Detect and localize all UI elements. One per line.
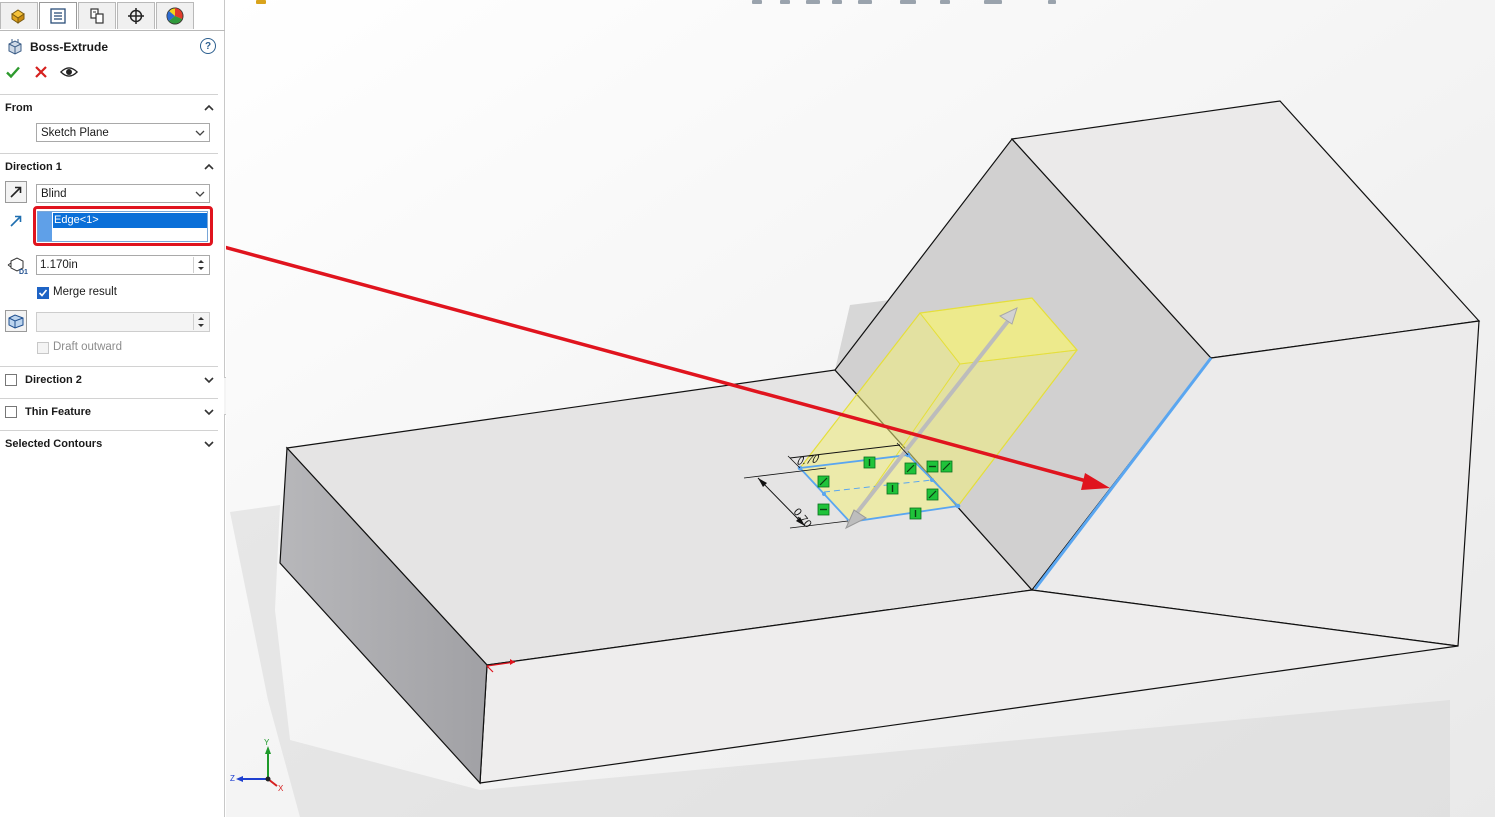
eye-icon — [60, 67, 78, 77]
chevron-down-icon — [204, 377, 214, 384]
crosshair-icon — [128, 8, 144, 24]
feature-manager-icon — [11, 9, 25, 24]
draft-outward-label: Draft outward — [53, 341, 123, 353]
tab-configuration-manager[interactable] — [78, 2, 116, 29]
draft-spinner[interactable] — [193, 314, 208, 330]
checkmark-icon — [6, 66, 20, 79]
merge-result-label: Merge result — [53, 286, 117, 298]
from-select-value: Sketch Plane — [41, 126, 109, 139]
chevron-up-icon — [204, 163, 214, 170]
chevron-down-icon — [204, 409, 214, 416]
reverse-direction-icon — [10, 186, 22, 198]
reverse-direction-button[interactable] — [5, 181, 27, 203]
depth-spinner[interactable] — [193, 257, 208, 273]
section-thin-feature-label: Thin Feature — [25, 406, 92, 418]
boss-extrude-icon — [8, 39, 22, 55]
section-direction2-header[interactable]: Direction 2 — [5, 372, 217, 388]
close-icon — [35, 66, 47, 78]
spin-arrows-icon — [198, 260, 204, 270]
depth-icon: D1 — [7, 257, 28, 275]
section-selected-contours-header[interactable]: Selected Contours — [5, 436, 217, 452]
relation-marker[interactable] — [863, 456, 876, 469]
configuration-manager-icon — [90, 8, 104, 24]
tabs-divider — [0, 30, 225, 31]
tab-display-manager[interactable] — [156, 2, 194, 29]
display-manager-icon — [166, 7, 184, 25]
chevron-down-icon — [204, 441, 214, 448]
relation-marker[interactable] — [909, 507, 922, 520]
axis-z-label: Z — [230, 774, 235, 783]
tab-dimxpert-manager[interactable] — [117, 2, 155, 29]
section-selected-contours-label: Selected Contours — [5, 438, 103, 450]
separator — [0, 398, 218, 399]
chevron-up-icon — [204, 104, 214, 111]
direction-vector-icon — [10, 215, 22, 227]
relation-marker[interactable] — [940, 460, 953, 473]
from-select[interactable]: Sketch Plane — [36, 123, 210, 142]
checkbox-check-icon — [38, 289, 48, 297]
end-condition-select[interactable]: Blind — [36, 184, 210, 203]
draft-angle-input[interactable] — [36, 312, 210, 332]
action-buttons — [4, 63, 78, 81]
help-icon[interactable]: ? — [200, 38, 216, 54]
section-from-label: From — [5, 102, 33, 114]
draft-outward-checkbox[interactable] — [37, 342, 49, 354]
depth-value: 1.170in — [40, 259, 78, 271]
separator — [0, 430, 218, 431]
feature-title: Boss-Extrude — [30, 40, 109, 54]
thin-feature-checkbox[interactable] — [5, 406, 17, 418]
direction2-checkbox[interactable] — [5, 374, 17, 386]
section-from-header[interactable]: From — [5, 100, 217, 116]
property-manager: Boss-Extrude ? From Sketch Plane Directi… — [0, 0, 225, 817]
chevron-down-icon — [195, 191, 205, 197]
preview-button[interactable] — [60, 63, 78, 81]
separator — [0, 153, 218, 154]
cancel-button[interactable] — [32, 63, 50, 81]
axis-y-label: Y — [264, 738, 270, 747]
manager-tabs — [0, 0, 225, 31]
draft-icon — [8, 314, 24, 329]
tab-feature-manager[interactable] — [0, 2, 38, 29]
separator — [0, 94, 218, 95]
spin-arrows-icon — [198, 317, 204, 327]
relation-marker[interactable] — [886, 482, 899, 495]
depth-input[interactable]: 1.170in — [36, 255, 210, 275]
property-manager-icon — [50, 8, 66, 24]
relation-marker[interactable] — [817, 503, 830, 516]
chevron-down-icon — [195, 130, 205, 136]
section-direction1-header[interactable]: Direction 1 — [5, 159, 217, 175]
section-direction1-label: Direction 1 — [5, 161, 62, 173]
axis-x-label: X — [278, 784, 284, 793]
merge-result-checkbox[interactable] — [37, 287, 49, 299]
relation-marker[interactable] — [926, 460, 939, 473]
relation-marker[interactable] — [817, 475, 830, 488]
draft-toggle-button[interactable] — [5, 310, 27, 332]
ok-button[interactable] — [4, 63, 22, 81]
svg-text:D1: D1 — [19, 269, 28, 275]
graphics-area[interactable]: 0.70 0.70 Y Z X — [226, 0, 1495, 817]
relation-marker[interactable] — [904, 462, 917, 475]
relation-marker[interactable] — [926, 488, 939, 501]
section-thin-feature-header[interactable]: Thin Feature — [5, 404, 217, 420]
end-condition-value: Blind — [41, 187, 67, 200]
feature-title-row: Boss-Extrude ? — [6, 37, 218, 57]
model-view[interactable]: 0.70 0.70 Y Z X — [226, 0, 1495, 817]
separator — [0, 366, 218, 367]
tab-property-manager[interactable] — [39, 2, 77, 29]
highlight-box — [33, 206, 213, 246]
section-direction2-label: Direction 2 — [25, 374, 82, 386]
